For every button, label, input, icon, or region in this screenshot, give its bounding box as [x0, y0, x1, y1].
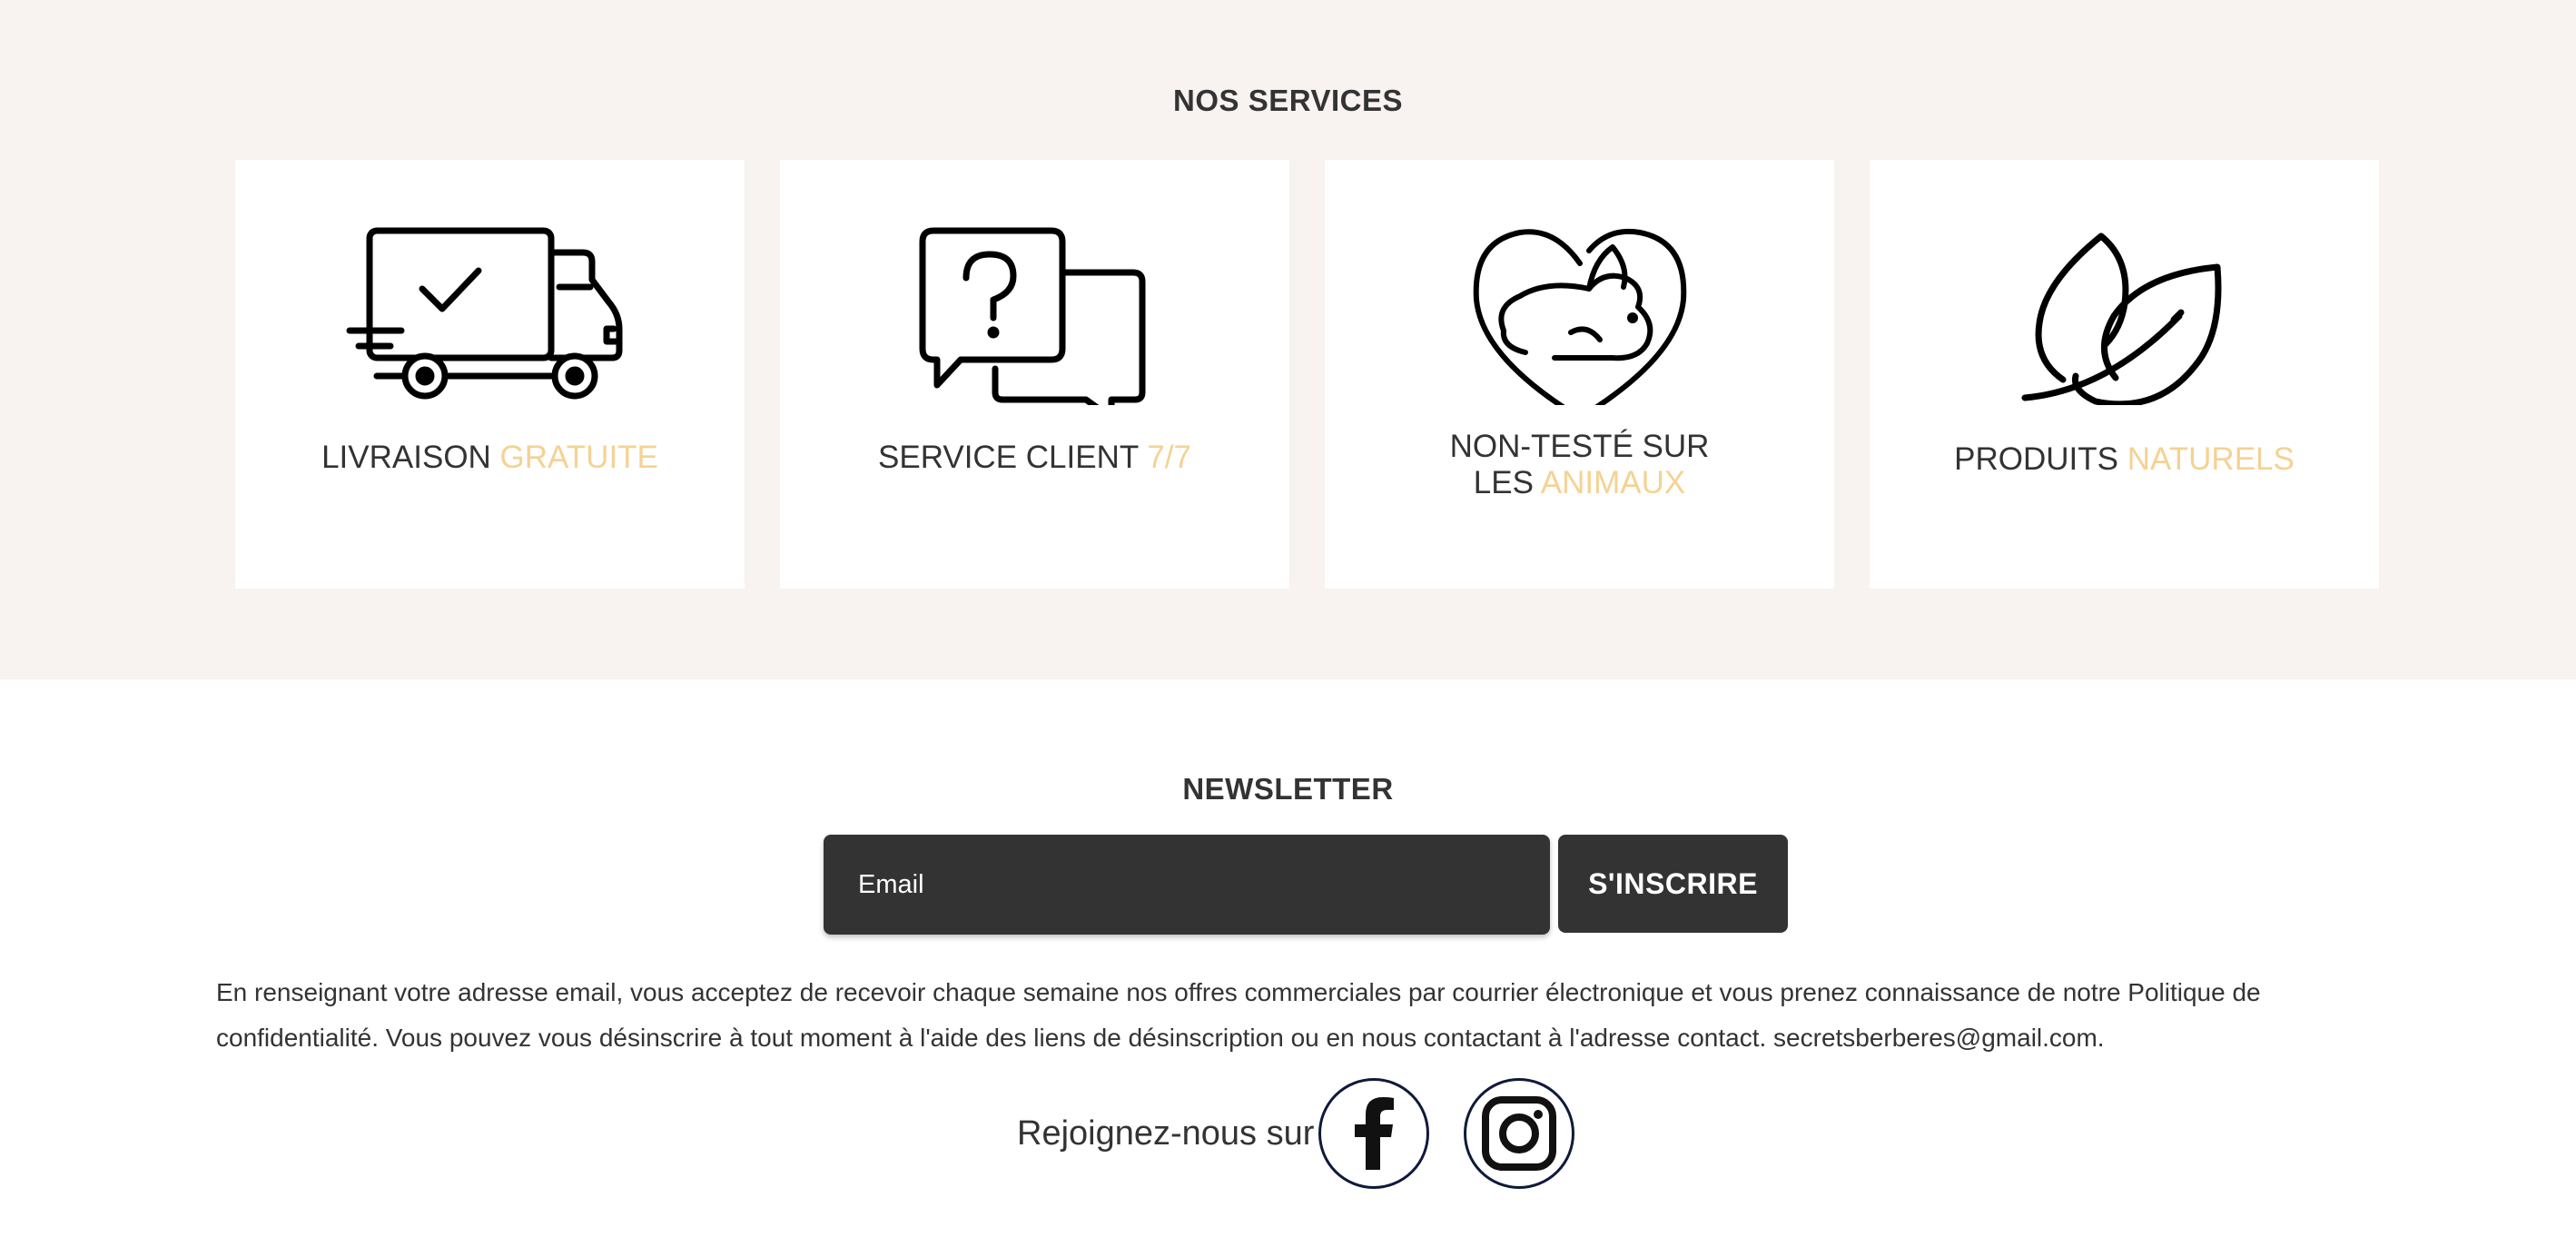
instagram-icon — [1482, 1096, 1556, 1171]
subscribe-button[interactable]: S'INSCRIRE — [1558, 835, 1788, 933]
leaves-icon — [1979, 223, 2270, 405]
service-label-service-client: SERVICE CLIENT 7/7 — [878, 440, 1191, 475]
services-section: NOS SERVICES LIVRAISON GRATUITE SERVICE … — [0, 0, 2576, 679]
service-label-produits-naturels: PRODUITS NATURELS — [1954, 441, 2295, 477]
rabbit-heart-icon — [1435, 223, 1725, 405]
facebook-button[interactable] — [1318, 1078, 1429, 1189]
delivery-truck-icon — [345, 223, 636, 405]
service-label-livraison: LIVRAISON GRATUITE — [321, 440, 658, 475]
email-input[interactable] — [824, 835, 1550, 935]
newsletter-disclaimer: En renseignant votre adresse email, vous… — [216, 978, 2261, 1052]
service-card-produits-naturels: PRODUITS NATURELS — [1870, 160, 2379, 589]
instagram-button[interactable] — [1464, 1078, 1574, 1189]
social-row: Rejoignez-nous sur — [0, 1078, 2576, 1189]
social-label: Rejoignez-nous sur — [1017, 1114, 1315, 1153]
newsletter-title: NEWSLETTER — [1182, 772, 1394, 806]
services-title: NOS SERVICES — [1173, 84, 1403, 117]
facebook-icon — [1355, 1097, 1394, 1170]
service-card-service-client: SERVICE CLIENT 7/7 — [780, 160, 1289, 589]
service-card-non-teste: NON-TESTÉ SUR LES ANIMAUX — [1325, 160, 1834, 589]
chat-bubbles-question-icon — [890, 223, 1180, 405]
service-card-livraison: LIVRAISON GRATUITE — [235, 160, 745, 589]
service-label-non-teste: NON-TESTÉ SUR LES ANIMAUX — [1449, 429, 1710, 500]
